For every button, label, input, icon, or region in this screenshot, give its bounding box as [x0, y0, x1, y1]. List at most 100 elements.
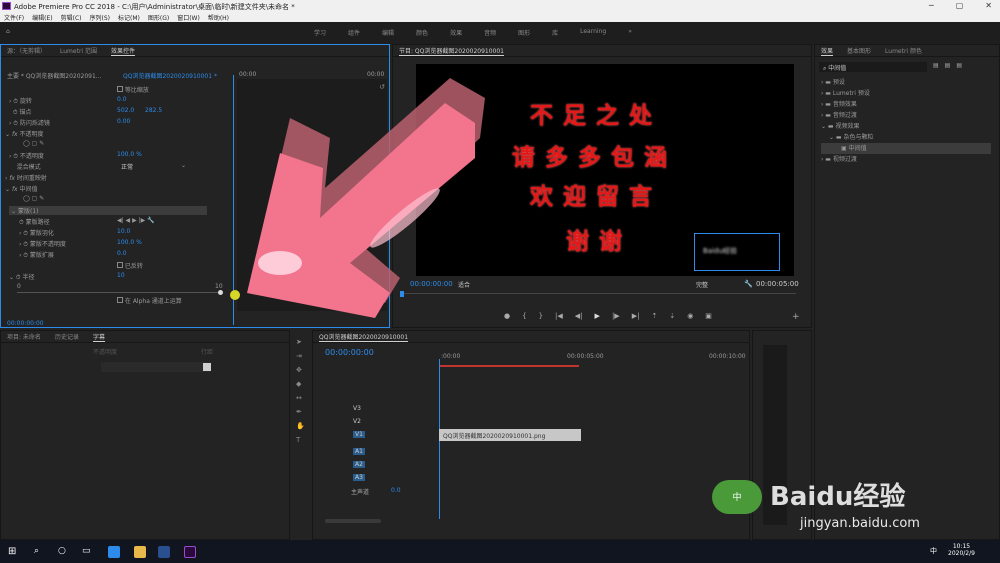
track-select-icon[interactable]: ⇥: [296, 352, 302, 360]
file-explorer-icon[interactable]: [134, 546, 146, 558]
master-value[interactable]: 0.0: [391, 487, 401, 494]
windows-start-icon[interactable]: ⊞: [8, 546, 16, 557]
timeline-horizontal-scroll[interactable]: [325, 519, 381, 523]
lift-icon[interactable]: ⇡: [651, 312, 657, 320]
menu-marker[interactable]: 标记(M): [118, 13, 140, 22]
selection-tool-icon[interactable]: ➤: [296, 338, 302, 346]
menu-edit[interactable]: 编辑(E): [32, 13, 52, 22]
timeline-timecode[interactable]: 00:00:00:00: [325, 348, 374, 357]
menu-sequence[interactable]: 序列(S): [90, 13, 111, 22]
type-tool-icon[interactable]: T: [296, 436, 300, 444]
menu-graphics[interactable]: 图形(G): [148, 13, 169, 22]
ws-audio[interactable]: 音频: [484, 28, 496, 37]
tab-project[interactable]: 项目: 未命名: [7, 332, 41, 341]
ripple-edit-icon[interactable]: ✥: [296, 366, 302, 374]
track-a2[interactable]: A2: [353, 461, 365, 468]
track-v1[interactable]: V1: [353, 431, 365, 438]
tree-video-transitions[interactable]: › ▬ 视频过渡: [821, 154, 991, 165]
app-icon[interactable]: [158, 546, 170, 558]
menu-help[interactable]: 帮助(H): [208, 13, 229, 22]
wrench-icon[interactable]: 🔧: [744, 280, 753, 288]
radius-slider-handle[interactable]: [218, 290, 223, 295]
tree-video-effects[interactable]: ⌄ ▬ 视频效果: [821, 121, 991, 132]
close-icon[interactable]: ✕: [985, 1, 992, 10]
mask-row-highlight[interactable]: [9, 206, 207, 215]
menu-clip[interactable]: 剪辑(C): [61, 13, 82, 22]
cortana-icon[interactable]: ○: [58, 546, 66, 556]
ws-assembly[interactable]: 组件: [348, 28, 360, 37]
tree-audio-effects[interactable]: › ▬ 音频效果: [821, 99, 991, 110]
mask-track-controls[interactable]: ◀| ◀ ▶ |▶ 🔧: [117, 217, 155, 224]
ime-indicator[interactable]: 中: [930, 546, 937, 556]
ws-graphics[interactable]: 图形: [518, 28, 530, 37]
maximize-icon[interactable]: ▢: [956, 1, 964, 10]
line-spacing-field[interactable]: 行距: [201, 347, 213, 356]
color-swatch[interactable]: [203, 363, 211, 371]
ws-effects[interactable]: 效果: [450, 28, 462, 37]
effect-controls-timecode[interactable]: 00:00:00:00: [7, 320, 44, 327]
premiere-taskbar-icon[interactable]: [184, 546, 196, 558]
work-area-bar[interactable]: [439, 365, 579, 367]
radius-slider[interactable]: [17, 292, 221, 293]
median-section[interactable]: ⌄ fx 中间值: [5, 184, 38, 193]
quality-select[interactable]: 完整: [696, 280, 708, 289]
tab-source[interactable]: 源：（无剪辑）: [7, 46, 46, 55]
clip-sequence-label[interactable]: QQ浏览器截图2020020910001 *: [123, 71, 217, 80]
32bit-icon[interactable]: ▤: [945, 62, 951, 69]
ws-editing[interactable]: 编辑: [382, 28, 394, 37]
tree-noise-grain[interactable]: ⌄ ▬ 杂色与颗粒: [821, 132, 991, 143]
pen-icon[interactable]: ✒: [296, 408, 302, 416]
tab-effect-controls[interactable]: 效果控件: [111, 46, 136, 56]
timeline-clip[interactable]: QQ浏览器截图2020020910001.png: [439, 429, 581, 441]
edge-icon[interactable]: [108, 546, 120, 558]
search-taskbar-icon[interactable]: ⌕: [34, 546, 39, 556]
menu-window[interactable]: 窗口(W): [177, 13, 200, 22]
inverted-row[interactable]: 已反转: [117, 261, 143, 270]
ws-learning[interactable]: Learning: [580, 28, 606, 37]
track-a1[interactable]: A1: [353, 448, 365, 455]
go-to-in-icon[interactable]: |◀: [555, 312, 563, 320]
program-title[interactable]: 节目: QQ浏览器截图2020020910001: [399, 46, 505, 56]
tab-history[interactable]: 历史记录: [55, 332, 79, 341]
tab-effects[interactable]: 效果: [821, 46, 834, 56]
track-v2[interactable]: V2: [353, 418, 361, 425]
tab-essential-graphics[interactable]: 基本图形: [847, 46, 871, 55]
step-forward-icon[interactable]: |▶: [612, 312, 620, 320]
tab-captions[interactable]: 字幕: [92, 332, 105, 342]
menu-file[interactable]: 文件(F): [4, 13, 24, 22]
accelerated-icon[interactable]: ▤: [933, 62, 939, 69]
tree-audio-transitions[interactable]: › ▬ 音频过渡: [821, 110, 991, 121]
razor-icon[interactable]: ◆: [296, 380, 301, 388]
tree-lumetri-presets[interactable]: › ▬ Lumetri 预设: [821, 88, 991, 99]
ws-libraries[interactable]: 库: [552, 28, 558, 37]
ws-color[interactable]: 颜色: [416, 28, 428, 37]
effects-search-input[interactable]: 中间值: [828, 65, 846, 72]
alpha-option-row[interactable]: 在 Alpha 通道上运算: [117, 296, 182, 305]
timeline-sequence-tab[interactable]: QQ浏览器截图2020020910001: [319, 332, 409, 342]
opacity-section[interactable]: ⌄ fx 不透明度: [5, 129, 44, 138]
yuv-icon[interactable]: ▤: [956, 62, 962, 69]
play-icon[interactable]: ▶: [595, 312, 600, 320]
mask-shape-tools[interactable]: ◯ ▢ ✎: [23, 140, 44, 149]
extract-icon[interactable]: ⇣: [669, 312, 675, 320]
track-v3[interactable]: V3: [353, 405, 361, 412]
time-remap-section[interactable]: › fx 时间重映射: [5, 173, 47, 182]
minimize-icon[interactable]: ─: [929, 1, 934, 10]
caption-toolbar[interactable]: [101, 362, 211, 372]
task-view-icon[interactable]: ▭: [82, 546, 91, 556]
home-icon[interactable]: ⌂: [6, 28, 10, 35]
median-mask-tools[interactable]: ◯ ▢ ✎: [23, 195, 44, 204]
go-to-out-icon[interactable]: ▶|: [632, 312, 640, 320]
opacity-field[interactable]: 不透明度: [93, 347, 117, 356]
mark-in-icon[interactable]: {: [522, 312, 526, 320]
track-a3[interactable]: A3: [353, 474, 365, 481]
chevron-down-icon[interactable]: ⌄: [181, 162, 186, 169]
ws-learn[interactable]: 学习: [314, 28, 326, 37]
slip-icon[interactable]: ↔: [296, 394, 302, 402]
tab-lumetri-scopes[interactable]: Lumetri 范围: [60, 46, 97, 55]
mark-out-icon[interactable]: }: [539, 312, 543, 320]
tab-lumetri-color[interactable]: Lumetri 颜色: [885, 46, 922, 55]
tree-presets[interactable]: › ▬ 预设: [821, 77, 991, 88]
more-workspaces-icon[interactable]: »: [628, 28, 632, 37]
hand-icon[interactable]: ✋: [296, 422, 305, 430]
